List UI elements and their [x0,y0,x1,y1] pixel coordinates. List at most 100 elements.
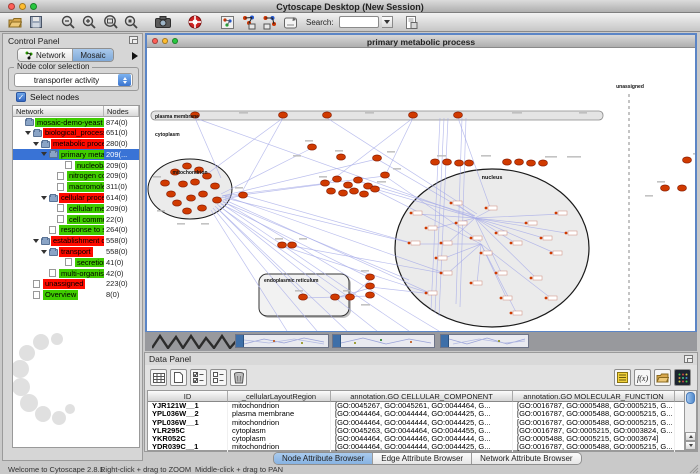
nucleus-node[interactable] [480,252,483,255]
select-nodes-checkbox[interactable]: ✓ [16,92,26,102]
table-cell[interactable]: YPL036W__1 [148,419,228,427]
minimized-network-zigzag[interactable] [152,334,240,349]
network-node[interactable] [239,192,248,198]
attribute-list-icon[interactable] [614,369,631,386]
network-node[interactable] [279,112,288,118]
network-node[interactable] [187,195,196,201]
table-cell[interactable]: [GO:0016787, GO:0005488, GO:0005215, G..… [513,419,675,427]
tree-row-transport[interactable]: transport558(0) [13,247,139,258]
nucleus-node[interactable] [450,202,453,205]
column-header-id[interactable]: ID [148,391,228,402]
table-row-ylr295c[interactable]: YLR295Ccytoplasm[GO:0045263, GO:0044464,… [148,427,696,435]
table-scrollbar-thumb[interactable] [686,392,695,404]
tab-network-attribute-browser[interactable]: Network Attribute Browser [472,453,580,464]
column-header-annotation-go-cellular-component[interactable]: annotation.GO CELLULAR_COMPONENT [331,391,513,402]
network-node[interactable] [366,292,375,298]
network-node[interactable] [327,188,336,194]
network-node[interactable] [431,159,440,165]
network-node[interactable] [321,180,330,186]
network-node[interactable] [661,185,670,191]
tree-expand-arrow-icon[interactable] [33,142,39,146]
select-attributes-icon[interactable] [190,369,207,386]
network-node[interactable] [360,191,369,197]
table-cell[interactable]: [GO:0044464, GO:0044446, GO:0044444, G..… [331,435,513,443]
tree-row-overview[interactable]: Overview8(0) [13,290,139,301]
network-node[interactable] [183,163,192,169]
tree-expand-arrow-icon[interactable] [33,239,39,243]
nucleus-node[interactable] [500,297,503,300]
network-node[interactable] [213,197,222,203]
network-node[interactable] [323,112,332,118]
annotation-icon[interactable] [218,14,236,30]
nucleus-node[interactable] [470,237,473,240]
tree-row-unassigned[interactable]: unassigned223(0) [13,279,139,290]
nucleus-node[interactable] [470,282,473,285]
attribute-matrix-icon[interactable] [674,369,691,386]
network-node[interactable] [173,200,182,206]
table-row-ypl036w__1[interactable]: YPL036W__1mitochondrion[GO:0044464, GO:0… [148,419,696,427]
network-node[interactable] [179,181,188,187]
unselect-attributes-icon[interactable] [210,369,227,386]
tree-row-nitrogen-compo[interactable]: nitrogen compo209(0) [13,171,139,182]
scroll-up-button[interactable] [685,432,696,441]
nucleus-node[interactable] [540,237,543,240]
open-session-icon[interactable] [6,14,24,30]
new-attribute-icon[interactable] [170,369,187,386]
node-color-dropdown[interactable]: transporter activity [14,73,133,87]
table-cell[interactable]: YKR052C [148,435,228,443]
tab-overflow-arrow-icon[interactable] [132,52,138,60]
tab-node-attribute-browser[interactable]: Node Attribute Browser [274,453,373,464]
import-attributes-icon[interactable] [654,369,671,386]
network-node[interactable] [678,185,687,191]
table-cell[interactable]: [GO:0044464, GO:0044444, GO:0044425, G..… [331,419,513,427]
zoom-in-icon[interactable] [80,14,98,30]
network-node[interactable] [366,283,375,289]
nucleus-node[interactable] [410,212,413,215]
network-node[interactable] [371,186,380,192]
table-cell[interactable]: [GO:0045263, GO:0044464, GO:0044455, G..… [331,427,513,435]
filter-icon[interactable] [281,14,299,30]
snapshot-icon[interactable] [154,14,172,30]
nucleus-node[interactable] [495,232,498,235]
tab-network[interactable]: Network [18,49,73,61]
tab-mosaic[interactable]: Mosaic [73,49,112,61]
table-cell[interactable]: [GO:0005488, GO:0005215, GO:0003674] [513,435,675,443]
table-cell[interactable]: mitochondrion [228,419,331,427]
network-node[interactable] [333,176,342,182]
network-node[interactable] [373,155,382,161]
tree-row-response-to-stimul[interactable]: response to stimul264(0) [13,225,139,236]
network-node[interactable] [381,172,390,178]
tree-row-mosaic-demo-yeast[interactable]: mosaic-demo-yeast874(0) [13,117,139,128]
layout-icon[interactable] [260,14,278,30]
network-node[interactable] [409,112,418,118]
table-cell[interactable]: [GO:0016787, GO:0005488, GO:0005215, G..… [513,410,675,418]
nucleus-node[interactable] [510,312,513,315]
zoom-out-icon[interactable] [59,14,77,30]
nucleus-node[interactable] [495,272,498,275]
table-cell[interactable]: mitochondrion [228,443,331,451]
network-node[interactable] [455,160,464,166]
network-node[interactable] [443,159,452,165]
network-node[interactable] [454,112,463,118]
nucleus-node[interactable] [435,257,438,260]
tree-row-multi-organism-pro[interactable]: multi-organism pro42(0) [13,268,139,279]
zoom-fit-icon[interactable] [122,14,140,30]
table-cell[interactable]: plasma membrane [228,410,331,418]
network-window-titlebar[interactable]: primary metabolic process [147,35,695,48]
minimized-window-3[interactable] [440,334,529,348]
network-node[interactable] [308,144,317,150]
tree-expand-arrow-icon[interactable] [41,196,47,200]
table-cell[interactable]: [GO:0016787, GO:0005215, GO:0003824, G..… [513,427,675,435]
tree-row-cell-communicat[interactable]: cell communicat22(0) [13,214,139,225]
network-node[interactable] [339,190,348,196]
function-builder-icon[interactable]: f(x) [634,369,651,386]
nucleus-node[interactable] [425,292,428,295]
network-node[interactable] [198,205,207,211]
table-cell[interactable]: [GO:0045267, GO:0045261, GO:0044464, G..… [331,402,513,410]
table-row-ykr052c[interactable]: YKR052Ccytoplasm[GO:0044464, GO:0044446,… [148,435,696,443]
control-panel-float-icon[interactable] [129,36,138,44]
nucleus-node[interactable] [455,222,458,225]
nucleus-node[interactable] [510,242,513,245]
table-cell[interactable]: [GO:0016787, GO:0005488, GO:0005215, G..… [513,443,675,451]
tree-row-macromolecule[interactable]: macromolecule311(0) [13,182,139,193]
